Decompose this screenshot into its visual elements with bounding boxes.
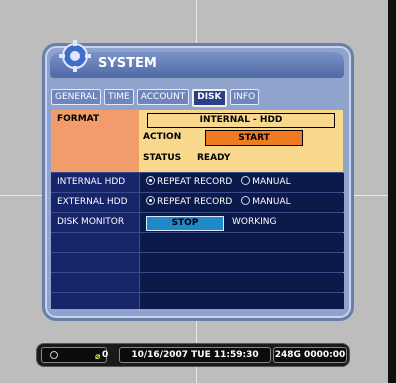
external-manual-label: MANUAL xyxy=(252,197,291,207)
action-label: ACTION xyxy=(143,132,182,142)
disk-monitor-status: WORKING xyxy=(232,217,277,227)
record-indicator-icon xyxy=(50,351,58,359)
stop-button[interactable]: STOP xyxy=(146,216,224,231)
format-label: FORMAT xyxy=(51,110,139,172)
empty-row-value xyxy=(139,233,344,252)
external-hdd-options: REPEAT RECORD MANUAL xyxy=(139,193,344,212)
disk-monitor-row: DISK MONITOR STOP WORKING xyxy=(51,212,344,232)
external-hdd-row: EXTERNAL HDD REPEAT RECORD MANUAL xyxy=(51,192,344,212)
internal-repeat-label: REPEAT RECORD xyxy=(157,177,233,187)
disk-monitor-label: DISK MONITOR xyxy=(51,213,139,232)
internal-manual-label: MANUAL xyxy=(252,177,291,187)
empty-row xyxy=(51,292,344,309)
empty-row xyxy=(51,252,344,272)
status-bar: ⌀ 0 10/16/2007 TUE 11:59:30 248G 0000:00 xyxy=(36,343,350,367)
tab-info[interactable]: INFO xyxy=(229,89,260,105)
empty-row xyxy=(51,272,344,292)
start-button[interactable]: START xyxy=(205,130,303,146)
format-target-select[interactable]: INTERNAL - HDD xyxy=(147,113,335,128)
internal-hdd-label: INTERNAL HDD xyxy=(51,173,139,192)
empty-row-value xyxy=(139,273,344,292)
external-manual-radio[interactable] xyxy=(241,196,251,205)
format-area: INTERNAL - HDD ACTION START STATUS READY xyxy=(139,110,343,172)
external-hdd-label: EXTERNAL HDD xyxy=(51,193,139,212)
title-bar: SYSTEM xyxy=(50,40,344,78)
screen-edge-bar xyxy=(388,0,396,383)
disk-settings-panel: FORMAT INTERNAL - HDD ACTION START STATU… xyxy=(51,110,344,309)
internal-hdd-row: INTERNAL HDD REPEAT RECORD MANUAL xyxy=(51,172,344,192)
empty-row-label xyxy=(51,233,139,252)
empty-row-value xyxy=(139,253,344,272)
empty-row-value xyxy=(139,293,344,309)
status-value: READY xyxy=(197,153,231,163)
network-count: 0 xyxy=(102,350,109,360)
disk-monitor-controls: STOP WORKING xyxy=(139,213,344,232)
external-repeat-label: REPEAT RECORD xyxy=(157,197,233,207)
status-label: STATUS xyxy=(143,153,182,163)
internal-hdd-options: REPEAT RECORD MANUAL xyxy=(139,173,344,192)
external-repeat-radio[interactable] xyxy=(146,196,155,205)
empty-row-label xyxy=(51,273,139,292)
datetime-display: 10/16/2007 TUE 11:59:30 xyxy=(119,347,271,363)
tab-general[interactable]: GENERAL xyxy=(51,89,102,105)
empty-row-label xyxy=(51,293,139,309)
network-icon: ⌀ xyxy=(95,352,101,362)
tab-account[interactable]: ACCOUNT xyxy=(136,89,190,105)
tab-time[interactable]: TIME xyxy=(104,89,134,105)
record-network-segment: ⌀ 0 xyxy=(41,347,109,363)
empty-row-label xyxy=(51,253,139,272)
internal-manual-radio[interactable] xyxy=(241,176,251,185)
tab-bar: GENERAL TIME ACCOUNT DISK INFO xyxy=(51,89,260,107)
disk-usage-display: 248G 0000:00 xyxy=(273,347,347,363)
tab-disk[interactable]: DISK xyxy=(192,89,227,107)
empty-row xyxy=(51,232,344,252)
window-title: SYSTEM xyxy=(98,56,157,71)
gear-icon xyxy=(59,40,91,72)
internal-repeat-radio[interactable] xyxy=(146,176,155,185)
system-window: SYSTEM GENERAL TIME ACCOUNT DISK INFO FO… xyxy=(42,40,354,321)
